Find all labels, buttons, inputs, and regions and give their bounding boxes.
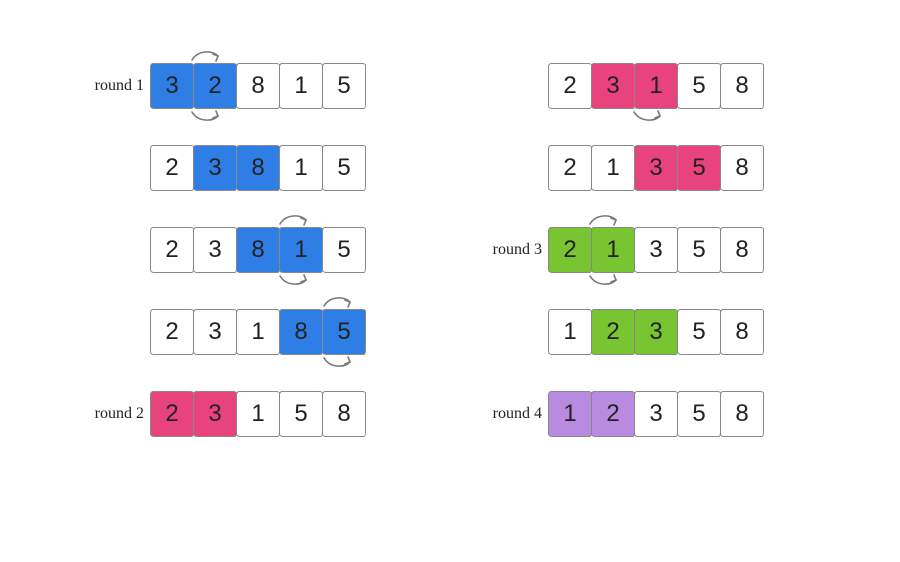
cell: 2 [150,227,194,273]
cell: 2 [591,391,635,437]
cells: 23815 [150,227,365,273]
cell: 2 [150,145,194,191]
left-column: round 132815 2381523815 23185 round 2231… [150,62,365,438]
cell: 3 [634,391,678,437]
cell: 8 [236,227,280,273]
swap-arrow-bottom [630,106,666,126]
cells: 23158 [548,63,763,109]
cell: 8 [720,309,764,355]
round-label: round 2 [74,405,144,423]
swap-arrow-bottom [320,352,356,372]
cell: 2 [150,391,194,437]
cell: 1 [591,145,635,191]
cell: 5 [322,309,366,355]
array-state-r1s3: 23815 [150,226,365,274]
cell: 5 [677,309,721,355]
swap-arrow-bottom [586,270,622,290]
round-label: round 3 [472,241,542,259]
cell: 1 [548,309,592,355]
cell: 3 [634,309,678,355]
cell: 1 [279,63,323,109]
cell: 2 [591,309,635,355]
cells: 21358 [548,145,763,191]
cells: 23815 [150,145,365,191]
cell: 8 [236,145,280,191]
cell: 2 [193,63,237,109]
swap-arrow-bottom [276,270,312,290]
array-state-r1s4: 23185 [150,308,365,356]
cell: 3 [634,145,678,191]
cell: 5 [677,145,721,191]
cell: 3 [193,391,237,437]
cells: 23185 [150,309,365,355]
cells: 21358 [548,227,763,273]
cell: 2 [548,227,592,273]
cell: 5 [677,63,721,109]
cell: 2 [150,309,194,355]
swap-arrow-bottom [188,106,224,126]
cell: 5 [279,391,323,437]
cell: 2 [548,145,592,191]
cell: 1 [279,227,323,273]
cell: 8 [322,391,366,437]
array-state-r2s1: round 223158 [150,390,365,438]
round-label: round 4 [472,405,542,423]
array-state-r4s1: round 412358 [548,390,763,438]
cell: 5 [322,63,366,109]
cell: 5 [322,227,366,273]
cells: 23158 [150,391,365,437]
cell: 1 [591,227,635,273]
cells: 12358 [548,391,763,437]
array-state-r2s3: 21358 [548,144,763,192]
cell: 2 [548,63,592,109]
cells: 12358 [548,309,763,355]
cell: 5 [677,227,721,273]
array-state-r2s2: 23158 [548,62,763,110]
cell: 8 [720,391,764,437]
round-label: round 1 [74,77,144,95]
cell: 8 [279,309,323,355]
cell: 1 [634,63,678,109]
cell: 3 [591,63,635,109]
right-column: 23158 21358round 321358 12358round 41235… [548,62,763,438]
cell: 5 [677,391,721,437]
cell: 8 [236,63,280,109]
cell: 1 [236,309,280,355]
cell: 3 [193,145,237,191]
array-state-r1s2: 23815 [150,144,365,192]
cell: 3 [193,309,237,355]
array-state-r1s1: round 132815 [150,62,365,110]
cell: 3 [150,63,194,109]
cell: 3 [193,227,237,273]
cell: 8 [720,227,764,273]
array-state-r3s2: 12358 [548,308,763,356]
array-state-r3s1: round 321358 [548,226,763,274]
cell: 8 [720,63,764,109]
cell: 1 [236,391,280,437]
cell: 5 [322,145,366,191]
cell: 1 [279,145,323,191]
cell: 8 [720,145,764,191]
cell: 3 [634,227,678,273]
cell: 1 [548,391,592,437]
cells: 32815 [150,63,365,109]
